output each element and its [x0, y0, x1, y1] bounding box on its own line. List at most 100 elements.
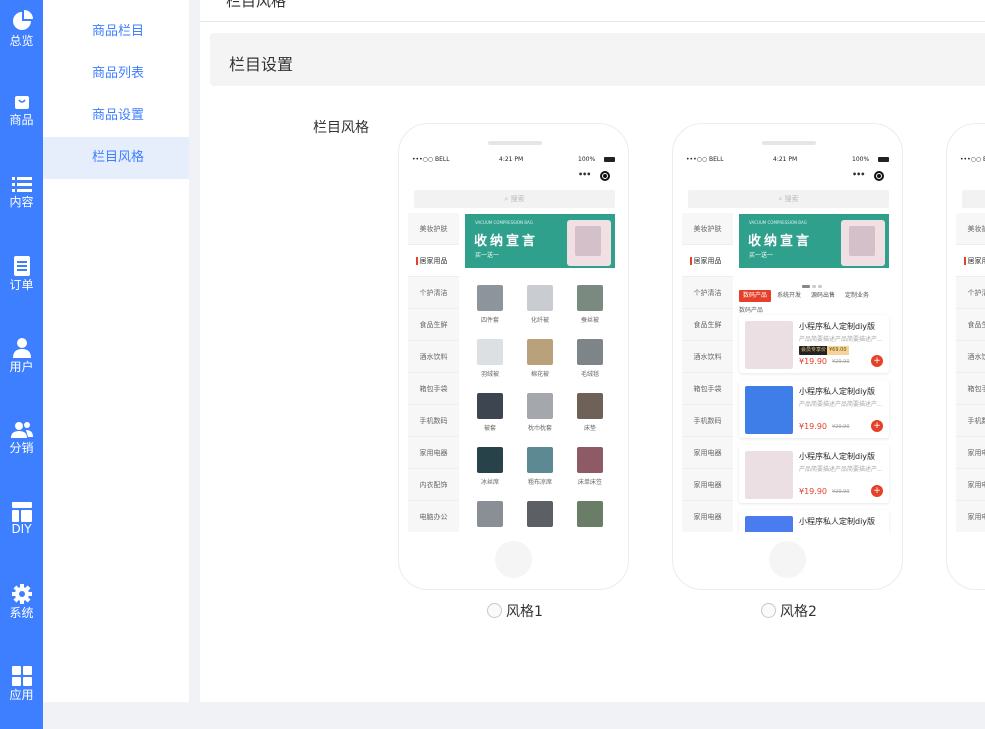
banner-pager: [528, 273, 552, 288]
grid-item: 枕巾枕套: [515, 393, 565, 445]
search-bar: ⌕ 搜索: [688, 190, 889, 208]
category-item: 美妆护肤: [682, 213, 733, 245]
phone-speaker: [762, 141, 816, 145]
rail-label: 分销: [9, 441, 34, 455]
category-item-selected: 居家用品: [408, 245, 459, 277]
rail-item-overview[interactable]: 总览: [0, 0, 43, 73]
category-item: 食品生鲜: [682, 309, 733, 341]
rail-item-user[interactable]: 用户: [0, 319, 43, 401]
style2-label: 风格2: [780, 604, 817, 620]
grid-item: [515, 501, 565, 532]
more-icon: •••: [578, 170, 591, 179]
more-icon: •••: [852, 170, 865, 179]
main-rail: 总览 商品 内容 订单 用户 分销 DIY 系统 应用: [0, 0, 43, 729]
rail-item-distribution[interactable]: 分销: [0, 401, 43, 483]
grid-item: 毛绒毯: [565, 339, 615, 391]
grid-item: [565, 501, 615, 532]
style1-label: 风格1: [506, 604, 543, 620]
carrier-label: •••○○ BELL: [412, 156, 450, 163]
rail-item-system[interactable]: 系统: [0, 565, 43, 647]
category-column: 美妆护肤 居家用品 个护清洁 食品生鲜 酒水饮料 箱包手袋 手机数码 家用电器 …: [408, 213, 459, 532]
category-item-selected: 居家用品: [956, 245, 985, 277]
radio-circle[interactable]: [487, 603, 502, 618]
product-card: 小程序私人定制diy版 产品简要描述产品简要描述产... 会员专享价 ¥69.0…: [739, 315, 889, 373]
category-column: 美妆护肤 居家用品 个护清洁 食品生鲜 酒水饮料 箱包手袋 手机数码 家用电器 …: [682, 213, 733, 532]
grid-label: 四件套: [480, 317, 499, 324]
radio-circle[interactable]: [761, 603, 776, 618]
style1-radio[interactable]: 风格1: [487, 601, 543, 620]
rail-label: 内容: [9, 195, 34, 209]
subnav-item-category-style[interactable]: 栏目风格: [43, 137, 189, 179]
rail-label: 系统: [9, 606, 34, 620]
page-header: 栏目风格: [200, 0, 985, 22]
style1-preview[interactable]: •••○○ BELL 4:21 PM 100% ••• ⌕ 搜索 美妆护肤 居家…: [398, 123, 629, 590]
category-item: 美妆护肤: [408, 213, 459, 245]
product-thumb: [477, 501, 503, 527]
style3-preview[interactable]: •••○○ BELL 美妆护肤 居家用品 个护清洁 食品生鲜 酒水饮料 箱包手袋…: [946, 123, 985, 590]
product-thumb: [577, 447, 603, 473]
product-thumb: [577, 501, 603, 527]
original-price: ¥29.90: [832, 359, 850, 365]
product-thumb: [577, 339, 603, 365]
category-item: 家用电器: [682, 501, 733, 532]
banner-subline: 买一送一: [749, 252, 774, 259]
battery-icon: [604, 157, 615, 162]
product-thumb: [477, 339, 503, 365]
page-title: 栏目风格: [226, 0, 287, 10]
rail-item-product[interactable]: 商品: [0, 73, 43, 155]
product-thumb: [527, 501, 553, 527]
style2-preview[interactable]: •••○○ BELL 4:21 PM 100% ••• ⌕ 搜索 美妆护肤 居家…: [672, 123, 903, 590]
product-thumb: [527, 339, 553, 365]
grid-item: 化纤被: [515, 285, 565, 337]
rail-label: DIY: [11, 522, 32, 536]
product-thumb: [745, 516, 793, 532]
grid-label: 毛绒毯: [580, 371, 599, 378]
category-item: 家用电器: [408, 437, 459, 469]
status-bar: •••○○ BELL 4:21 PM 100%: [682, 152, 893, 166]
category-item: 手机数码: [408, 405, 459, 437]
product-thumb: [745, 386, 793, 434]
product-thumb: [745, 451, 793, 499]
rail-label: 订单: [9, 278, 34, 292]
order-doc-icon: [13, 256, 30, 276]
category-item: 酒水饮料: [682, 341, 733, 373]
grid-item: 四件套: [465, 285, 515, 337]
style2-radio[interactable]: 风格2: [761, 601, 817, 620]
product-desc: 产品简要描述产品简要描述产...: [799, 401, 883, 408]
rail-label: 商品: [9, 113, 34, 127]
add-cart-icon: +: [871, 485, 883, 497]
list-icon: [11, 177, 32, 192]
grid-item: 羽绒被: [465, 339, 515, 391]
category-item: 电脑办公: [408, 501, 459, 532]
original-price: ¥29.90: [832, 489, 850, 495]
close-target-icon: [600, 171, 610, 181]
category-item: 家用电器: [682, 437, 733, 469]
subnav-item-product-list[interactable]: 商品列表: [43, 53, 189, 95]
subcategory-grid: 四件套 化纤被 蚕丝被 羽绒被 棉花被 毛绒毯 被套 枕巾枕套 床垫 冰丝席 粗…: [465, 285, 615, 532]
gear-icon: [11, 584, 32, 604]
category-item: 家用电器: [956, 469, 985, 501]
phone-screen: •••○○ BELL 4:21 PM 100% ••• ⌕ 搜索 美妆护肤 居家…: [408, 152, 619, 532]
banner-small-text: VACUUM COMPRESSION BAG: [749, 220, 807, 225]
rail-item-order[interactable]: 订单: [0, 237, 43, 319]
rail-item-diy[interactable]: DIY: [0, 483, 43, 565]
category-item: 内衣配饰: [408, 469, 459, 501]
category-item: 手机数码: [956, 405, 985, 437]
product-title: 小程序私人定制diy版: [799, 517, 876, 526]
category-item: 手机数码: [682, 405, 733, 437]
rail-item-apps[interactable]: 应用: [0, 647, 43, 729]
category-item: 家用电器: [956, 437, 985, 469]
subnav-item-product-category[interactable]: 商品栏目: [43, 11, 189, 53]
promo-banner: VACUUM COMPRESSION BAG 收纳宣言 买一送一: [739, 214, 889, 268]
product-title: 小程序私人定制diy版: [799, 452, 876, 461]
users-icon: [10, 422, 33, 438]
rail-item-content[interactable]: 内容: [0, 155, 43, 237]
category-item: 美妆护肤: [956, 213, 985, 245]
subnav-item-product-settings[interactable]: 商品设置: [43, 95, 189, 137]
carrier-label: •••○○ BELL: [960, 156, 985, 163]
product-price: ¥19.90: [799, 422, 827, 431]
product-thumb: [745, 321, 793, 369]
grid-item: 棉花被: [515, 339, 565, 391]
section-header: 栏目设置: [210, 33, 985, 86]
grid-label: 床单床笠: [577, 479, 602, 486]
